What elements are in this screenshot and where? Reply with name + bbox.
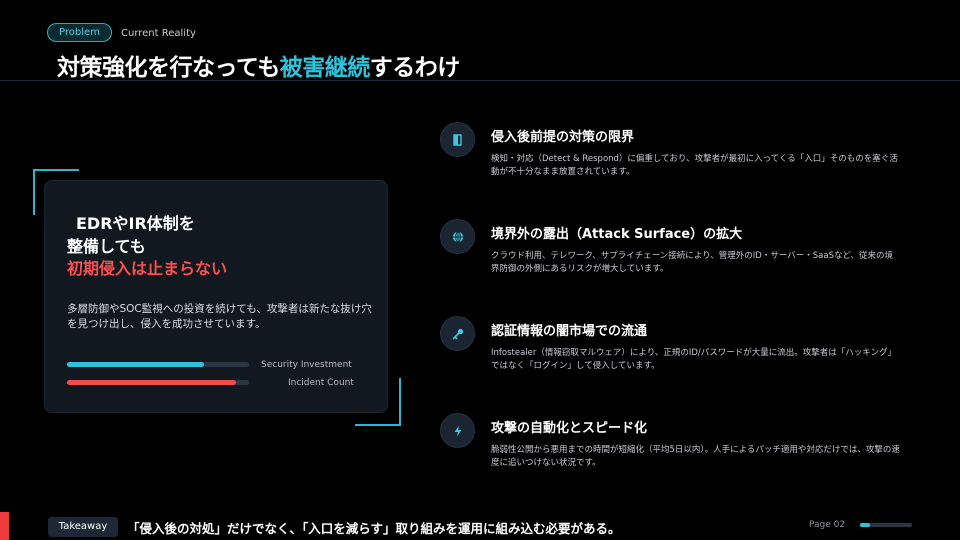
page-number: Page 02 [809, 520, 846, 530]
card-heading-line2: 整備しても [67, 237, 146, 256]
globe-icon [452, 230, 463, 243]
takeaway-message: 「侵入後の対処」だけでなく、「入口を減らす」取り組みを運用に組み込む必要がある。 [127, 521, 621, 536]
security-investment-label: Security Investment [261, 360, 352, 370]
card-heading-line1: EDRやIR体制を [76, 214, 195, 233]
item-icon-key [440, 316, 475, 351]
title-post: するわけ [369, 55, 461, 81]
incident-count-fill [67, 380, 237, 385]
item-title-4: 攻撃の自動化とスピード化 [491, 421, 648, 436]
item-desc-1: 検知・対応（Detect & Respond）に偏重しており、攻撃者が最初に入っ… [491, 154, 898, 177]
card-heading-emphasis: 初期侵入は止まらない [67, 259, 228, 278]
security-investment-fill [67, 362, 204, 367]
item-desc-2: クラウド利用、テレワーク、サプライチェーン接続により、管理外のID・サーバー・S… [491, 251, 894, 274]
header-divider [0, 80, 960, 81]
item-desc-4: 脆弱性公開から悪用までの時間が短縮化（平均5日以内）。人手によるパッチ適用や対応… [491, 445, 900, 468]
footer-accent-bar [0, 512, 9, 540]
item-title-3: 認証情報の闇市場での流通 [491, 324, 648, 339]
key-icon [452, 328, 463, 339]
page-progress-fill [860, 523, 871, 527]
takeaway-badge: Takeaway [48, 517, 118, 537]
door-icon [452, 133, 462, 146]
problem-badge: Problem [47, 23, 112, 42]
title-pre: 対策強化を行なっても [57, 55, 280, 81]
page-title: 対策強化を行なっても被害継続するわけ [57, 48, 460, 82]
item-title-2: 境界外の露出（Attack Surface）の拡大 [491, 227, 743, 242]
item-icon-bolt [440, 413, 475, 448]
page-progress-bar [860, 523, 912, 527]
title-highlight: 被害継続 [279, 55, 371, 81]
section-subtitle: Current Reality [121, 28, 196, 39]
security-investment-bar [67, 362, 249, 367]
card-description: 多層防御やSOC監視への投資を続けても、攻撃者は新たな抜け穴を見つけ出し、侵入を… [67, 303, 372, 330]
item-icon-globe [440, 219, 475, 254]
item-icon-door [440, 122, 475, 157]
incident-count-label: Incident Count [288, 378, 354, 388]
item-title-1: 侵入後前提の対策の限界 [491, 130, 635, 145]
incident-count-bar [67, 380, 249, 385]
item-desc-3: Infostealer（情報窃取マルウェア）により、正規のID/パスワードが大量… [491, 348, 897, 371]
bolt-icon [454, 425, 461, 436]
